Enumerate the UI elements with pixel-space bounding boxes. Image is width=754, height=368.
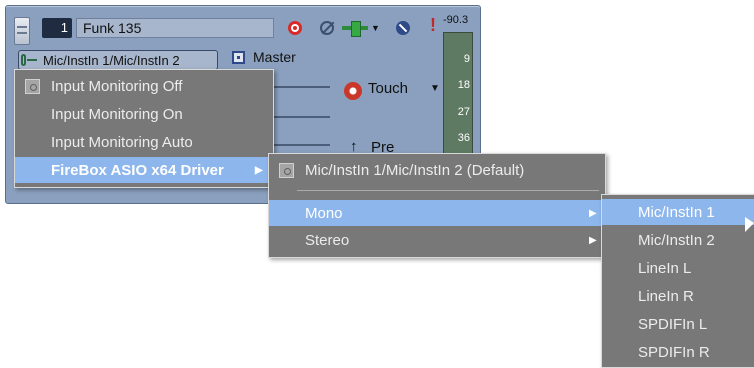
radio-selected-icon xyxy=(279,162,294,178)
menu-item-label: Input Monitoring Off xyxy=(51,77,183,95)
master-bus-icon[interactable] xyxy=(232,51,245,64)
meter-tick: 18 xyxy=(457,79,470,91)
track-name-field[interactable]: Funk 135 xyxy=(76,18,274,38)
mono-submenu: Mic/InstIn 1 Mic/InstIn 2 LineIn L LineI… xyxy=(601,194,754,368)
submenu-arrow-icon: ▶ xyxy=(255,164,263,176)
submenu-arrow-icon: ▶ xyxy=(589,234,597,246)
meter-tick: 9 xyxy=(463,53,470,65)
master-label: Master xyxy=(253,49,296,65)
menu-item-mono[interactable]: Mono ▶ xyxy=(269,200,605,226)
menu-item-label: Stereo xyxy=(305,231,350,249)
menu-item-mic-instin-1[interactable]: Mic/InstIn 1 xyxy=(602,199,754,225)
solo-icon[interactable]: ! xyxy=(424,15,442,35)
radio-selected-icon xyxy=(25,78,40,94)
menu-item-label: LineIn L xyxy=(638,259,692,277)
mute-icon[interactable] xyxy=(394,19,412,37)
menu-separator xyxy=(297,190,599,191)
volume-slider[interactable] xyxy=(272,86,330,88)
input-routing-icon xyxy=(21,52,43,68)
menu-item-spdifin-r[interactable]: SPDIFIn R xyxy=(602,339,754,365)
meter-tick: 36 xyxy=(457,132,470,144)
menu-item-monitoring-auto[interactable]: Input Monitoring Auto xyxy=(15,129,273,155)
arm-record-icon[interactable] xyxy=(286,19,304,37)
menu-item-label: Mic/InstIn 1/Mic/InstIn 2 (Default) xyxy=(305,161,525,179)
mouse-cursor-icon xyxy=(745,217,754,232)
menu-item-firebox-driver[interactable]: FireBox ASIO x64 Driver ▶ xyxy=(15,157,273,183)
meter-tick: 27 xyxy=(457,106,470,118)
track-fx-icon[interactable]: ▼ xyxy=(342,19,380,37)
menu-item-linein-l[interactable]: LineIn L xyxy=(602,255,754,281)
menu-item-monitoring-off[interactable]: Input Monitoring Off xyxy=(15,73,273,99)
submenu-arrow-icon: ▶ xyxy=(589,207,597,219)
menu-item-monitoring-on[interactable]: Input Monitoring On xyxy=(15,101,273,127)
menu-item-label: Mic/InstIn 1 xyxy=(638,203,715,221)
invert-phase-icon[interactable] xyxy=(318,19,336,37)
send-slider[interactable] xyxy=(272,144,330,146)
input-menu: Input Monitoring Off Input Monitoring On… xyxy=(14,69,274,188)
menu-item-label: FireBox ASIO x64 Driver xyxy=(51,161,224,179)
menu-item-label: Input Monitoring Auto xyxy=(51,133,193,151)
menu-item-label: Input Monitoring On xyxy=(51,105,183,123)
menu-item-label: Mic/InstIn 2 xyxy=(638,231,715,249)
track-number: 1 xyxy=(42,18,72,38)
menu-item-stereo[interactable]: Stereo ▶ xyxy=(269,227,605,253)
peak-readout: -90.3 xyxy=(443,14,469,26)
menu-item-default-input[interactable]: Mic/InstIn 1/Mic/InstIn 2 (Default) xyxy=(269,157,605,183)
driver-submenu: Mic/InstIn 1/Mic/InstIn 2 (Default) Mono… xyxy=(268,153,606,258)
menu-item-spdifin-l[interactable]: SPDIFIn L xyxy=(602,311,754,337)
menu-item-linein-r[interactable]: LineIn R xyxy=(602,283,754,309)
automation-mode-label[interactable]: Touch xyxy=(368,80,408,97)
menu-item-label: SPDIFIn R xyxy=(638,343,710,361)
menu-item-label: LineIn R xyxy=(638,287,694,305)
menu-item-label: SPDIFIn L xyxy=(638,315,708,333)
menu-item-label: Mono xyxy=(305,204,343,222)
record-input-label: Mic/InstIn 1/Mic/InstIn 2 xyxy=(43,52,180,68)
pan-slider[interactable] xyxy=(272,116,330,118)
record-input-button[interactable]: Mic/InstIn 1/Mic/InstIn 2 xyxy=(18,50,218,70)
chevron-down-icon[interactable]: ▼ xyxy=(430,83,440,94)
menu-item-mic-instin-2[interactable]: Mic/InstIn 2 xyxy=(602,227,754,253)
automation-touch-icon[interactable] xyxy=(344,82,362,100)
track-minimize-icon[interactable] xyxy=(14,17,30,45)
